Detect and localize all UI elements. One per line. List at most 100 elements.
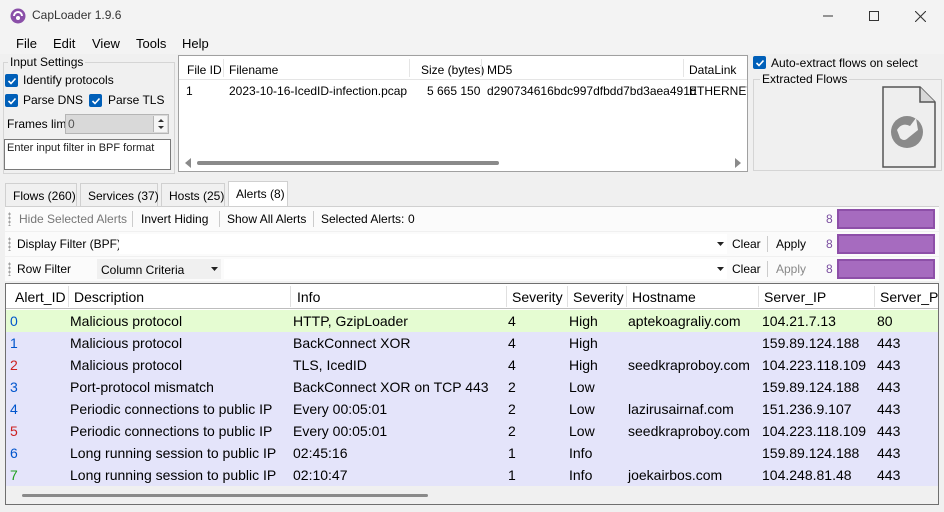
- tab-flows[interactable]: Flows (260): [5, 183, 77, 206]
- toolbar-grip[interactable]: [8, 237, 11, 251]
- cell-server-ip: 159.89.124.188: [762, 379, 860, 395]
- cell-server-port: 443: [877, 335, 901, 351]
- cell-severity-number: 4: [508, 357, 516, 373]
- table-row[interactable]: 2 Malicious protocol TLS, IcedID 4 High seedk…: [6, 354, 938, 376]
- files-header-md5[interactable]: MD5: [487, 63, 512, 77]
- dropdown-arrow-icon[interactable]: [717, 242, 724, 246]
- table-row[interactable]: 6 Long running session to public IP 02:45:…: [6, 442, 938, 464]
- cell-info: 02:10:47: [293, 467, 348, 483]
- table-row[interactable]: 5 Periodic connections to public IP Every …: [6, 420, 938, 442]
- menu-view[interactable]: View: [92, 36, 120, 51]
- cell-severity-number: 2: [508, 423, 516, 439]
- table-row[interactable]: 3 Port-protocol mismatch BackConnect XOR o…: [6, 376, 938, 398]
- files-header-filename[interactable]: Filename: [229, 63, 278, 77]
- cell-description: Malicious protocol: [70, 357, 183, 373]
- minimize-icon: [823, 15, 833, 17]
- minimize-button[interactable]: [805, 0, 851, 32]
- cell-alert-id: 7: [10, 467, 18, 483]
- scroll-left-icon[interactable]: [184, 158, 192, 168]
- alerts-count: 8: [826, 212, 833, 226]
- table-row[interactable]: 4 Periodic connections to public IP Every …: [6, 398, 938, 420]
- cell-hostname: lazirusairnaf.com: [628, 401, 734, 417]
- toolbar-grip[interactable]: [8, 262, 11, 276]
- row-filter-apply-button[interactable]: Apply: [776, 262, 806, 276]
- frames-limit-spinner[interactable]: [153, 116, 167, 132]
- alerts-hscroll-thumb[interactable]: [22, 494, 428, 497]
- auto-extract-checkbox[interactable]: [753, 56, 766, 69]
- cell-alert-id: 5: [10, 423, 18, 439]
- col-server-ip[interactable]: Server_IP: [764, 289, 826, 305]
- frames-limit-value: 0: [68, 117, 75, 131]
- row-filter-count: 8: [826, 262, 833, 276]
- scroll-right-icon[interactable]: [734, 158, 742, 168]
- menu-tools[interactable]: Tools: [136, 36, 166, 51]
- files-header-size[interactable]: Size (bytes): [421, 63, 484, 77]
- cell-server-port: 443: [877, 467, 901, 483]
- tab-alerts[interactable]: Alerts (8): [228, 181, 288, 206]
- col-severity-number[interactable]: Severity: [512, 289, 563, 305]
- auto-extract-label: Auto-extract flows on select: [771, 56, 918, 70]
- files-header-id[interactable]: File ID: [187, 63, 222, 77]
- files-hscroll-thumb[interactable]: [197, 161, 499, 165]
- cell-server-ip: 151.236.9.107: [762, 401, 852, 417]
- col-severity[interactable]: Severity: [573, 289, 624, 305]
- maximize-button[interactable]: [851, 0, 897, 32]
- table-row[interactable]: 1 Malicious protocol BackConnect XOR 4 High 1…: [6, 332, 938, 354]
- files-table[interactable]: File ID Filename Size (bytes) MD5 DataLi…: [178, 55, 748, 172]
- cell-info: BackConnect XOR on TCP 443: [293, 379, 489, 395]
- close-button[interactable]: [897, 0, 943, 32]
- files-header-datalink[interactable]: DataLink: [689, 63, 736, 77]
- col-server-port[interactable]: Server_P: [880, 289, 938, 305]
- row-filter-criteria-select[interactable]: Column Criteria: [97, 259, 221, 279]
- col-alert-id[interactable]: Alert_ID: [15, 289, 66, 305]
- menu-edit[interactable]: Edit: [53, 36, 75, 51]
- cell-description: Port-protocol mismatch: [70, 379, 214, 395]
- display-filter-clear-button[interactable]: Clear: [732, 237, 761, 251]
- dropdown-arrow-icon[interactable]: [717, 267, 724, 271]
- dropdown-arrow-icon[interactable]: [211, 267, 218, 271]
- cell-server-ip: 104.21.7.13: [762, 313, 836, 329]
- row-filter-input[interactable]: [224, 259, 727, 279]
- cell-severity-number: 1: [508, 445, 516, 461]
- display-filter-count: 8: [826, 237, 833, 251]
- bpf-input-filter[interactable]: Enter input filter in BPF format: [4, 139, 171, 170]
- extracted-flows-label: Extracted Flows: [760, 72, 850, 86]
- invert-hiding-button[interactable]: Invert Hiding: [141, 212, 208, 226]
- table-row[interactable]: 0 Malicious protocol HTTP, GzipLoader 4 High…: [6, 310, 938, 332]
- cell-hostname: seedkraproboy.com: [628, 357, 750, 373]
- extracted-file-icon[interactable]: [882, 86, 936, 168]
- checkbox-checked-icon: [755, 59, 764, 67]
- cell-severity-number: 4: [508, 335, 516, 351]
- files-table-row[interactable]: 1 2023-10-16-IcedID-infection.pcap 5 665…: [179, 82, 747, 100]
- app-logo-icon: [10, 8, 26, 24]
- parse-dns-checkbox[interactable]: [5, 94, 18, 107]
- files-hscrollbar[interactable]: [179, 155, 747, 171]
- identify-protocols-checkbox[interactable]: [5, 74, 18, 87]
- display-filter-input[interactable]: [119, 234, 727, 254]
- display-filter-apply-button[interactable]: Apply: [776, 237, 806, 251]
- col-description[interactable]: Description: [74, 289, 144, 305]
- alerts-hscrollbar[interactable]: [6, 486, 938, 504]
- selected-alerts-count: 0: [408, 212, 415, 226]
- tab-services[interactable]: Services (37): [80, 183, 159, 206]
- row-filter-clear-button[interactable]: Clear: [732, 262, 761, 276]
- cell-server-port: 80: [877, 313, 893, 329]
- col-info[interactable]: Info: [297, 289, 320, 305]
- menu-help[interactable]: Help: [182, 36, 209, 51]
- title-bar: [0, 0, 944, 32]
- cell-info: HTTP, GzipLoader: [293, 313, 408, 329]
- frames-limit-field[interactable]: 0: [65, 114, 169, 134]
- hide-selected-alerts-button[interactable]: Hide Selected Alerts: [19, 212, 127, 226]
- menu-file[interactable]: File: [16, 36, 37, 51]
- table-row[interactable]: 7 Long running session to public IP 02:10:…: [6, 464, 938, 486]
- file-name-cell: 2023-10-16-IcedID-infection.pcap: [229, 84, 408, 98]
- col-hostname[interactable]: Hostname: [632, 289, 696, 305]
- tab-hosts[interactable]: Hosts (25): [161, 183, 225, 206]
- alerts-grid[interactable]: Alert_ID Description Info Severity Sever…: [5, 283, 939, 505]
- file-id-cell: 1: [186, 84, 193, 98]
- show-all-alerts-button[interactable]: Show All Alerts: [227, 212, 306, 226]
- toolbar-grip[interactable]: [8, 212, 11, 226]
- cell-info: Every 00:05:01: [293, 401, 388, 417]
- cell-severity-number: 2: [508, 401, 516, 417]
- parse-tls-checkbox[interactable]: [89, 94, 102, 107]
